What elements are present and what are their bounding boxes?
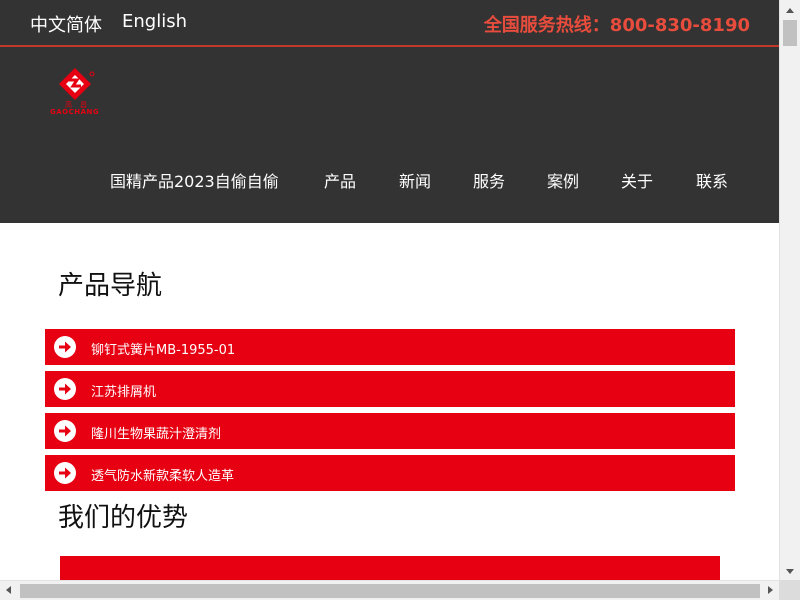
product-item-label: 铆钉式簧片MB-1955-01 [91,343,236,358]
product-item[interactable]: 隆川生物果蔬汁澄清剂 [45,413,735,449]
horizontal-scrollbar[interactable] [0,580,779,600]
product-nav-title: 产品导航 [58,271,163,301]
scroll-right-icon[interactable] [768,586,773,594]
advantages-title: 我们的优势 [58,503,189,533]
product-item[interactable]: 铆钉式簧片MB-1955-01 [45,329,735,365]
nav-item-products[interactable]: 产品 [324,168,356,192]
product-item-label: 透气防水新款柔软人造革 [91,469,235,484]
arrow-right-circle-icon [54,420,76,442]
site-header: 中文简体 English 全国服务热线：800-830-8190 高 昌 GAO… [0,0,779,223]
vertical-scrollbar[interactable] [779,0,800,580]
arrow-right-circle-icon [54,462,76,484]
scrollbar-corner [779,580,800,600]
scroll-up-icon[interactable] [786,8,794,13]
lang-zh-link[interactable]: 中文简体 [30,11,102,37]
nav-item-cases[interactable]: 案例 [547,168,579,192]
arrow-right-circle-icon [54,378,76,400]
nav-item-about[interactable]: 关于 [621,168,653,192]
hotline-text: 全国服务热线：800-830-8190 [483,15,750,36]
top-bar: 中文简体 English 全国服务热线：800-830-8190 [0,0,779,47]
arrow-right-circle-icon [54,336,76,358]
product-item[interactable]: 透气防水新款柔软人造革 [45,455,735,491]
advantages-banner [60,556,720,580]
lang-en-link[interactable]: English [122,11,187,32]
vertical-scroll-thumb[interactable] [783,20,797,46]
product-item[interactable]: 江苏排屑机 [45,371,735,407]
scroll-left-icon[interactable] [6,586,11,594]
main-nav: 国精产品2023自偷自偷 产品 新闻 服务 案例 关于 联系 [0,168,779,194]
page-viewport: 中文简体 English 全国服务热线：800-830-8190 高 昌 GAO… [0,0,779,580]
horizontal-scroll-thumb[interactable] [20,584,760,598]
scroll-down-icon[interactable] [786,569,794,574]
nav-item-home[interactable]: 国精产品2023自偷自偷 [110,168,279,192]
site-logo[interactable]: 高 昌 GAOCHANG [47,66,109,118]
nav-item-contact[interactable]: 联系 [696,168,728,192]
product-item-label: 隆川生物果蔬汁澄清剂 [91,427,222,442]
product-item-label: 江苏排屑机 [91,385,157,400]
logo-text: GAOCHANG [50,108,100,116]
nav-item-news[interactable]: 新闻 [399,168,431,192]
nav-item-service[interactable]: 服务 [473,168,505,192]
